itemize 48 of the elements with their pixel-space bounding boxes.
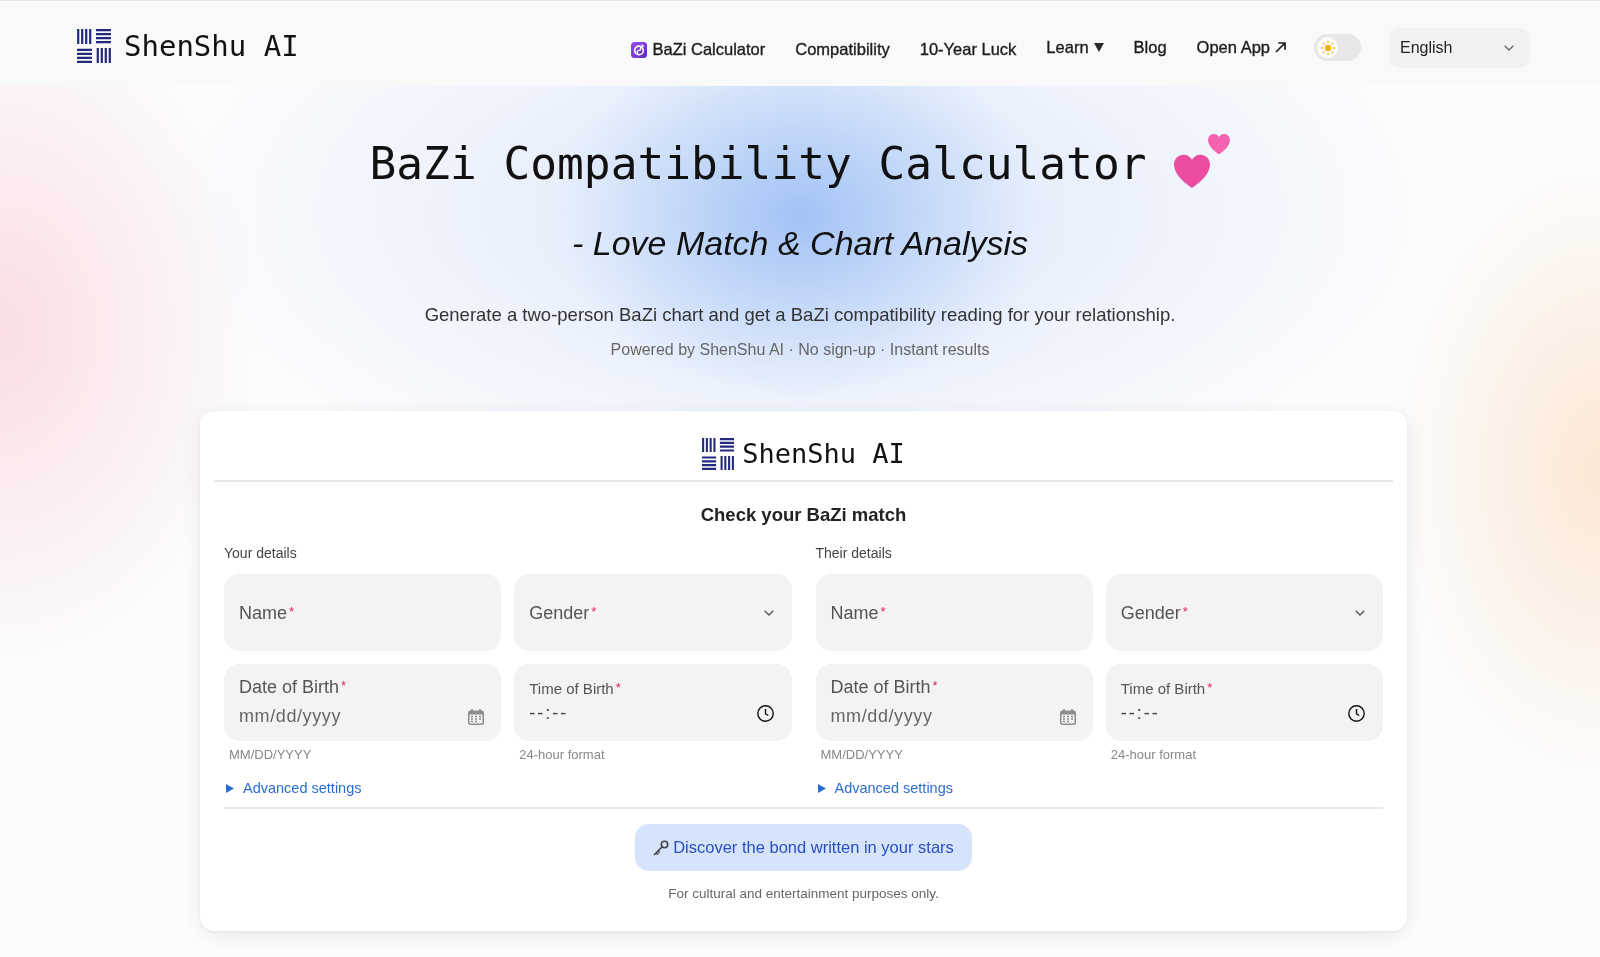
disclaimer-text: For cultural and entertainment purposes only. xyxy=(667,885,940,902)
nav-link[interactable]: BaZi Calculator xyxy=(631,40,766,59)
logo-icon xyxy=(77,29,111,63)
text-field[interactable]: Name* xyxy=(815,574,1093,651)
calendar-icon xyxy=(1059,708,1076,725)
two-hearts-icon xyxy=(1174,134,1231,188)
section-label: Your details xyxy=(224,544,298,562)
clock-icon xyxy=(1348,705,1365,722)
advanced-settings-toggle[interactable]: Advanced settings xyxy=(224,779,362,797)
nav-link[interactable]: Compatibility xyxy=(795,40,890,59)
arrow-up-right-icon xyxy=(1275,42,1286,53)
sun-icon xyxy=(1320,40,1335,55)
section-label: Their details xyxy=(815,544,893,562)
tagline-text: Powered by ShenShu AI · No sign-up · Instant results xyxy=(609,340,991,360)
chevron-down-icon xyxy=(1504,44,1514,51)
date-field[interactable]: Date of Birth* mm/dd/yyyy xyxy=(224,664,502,741)
select-field[interactable]: Gender* xyxy=(1105,574,1383,651)
hint-text: 24-hour format xyxy=(1109,747,1197,763)
chevron-down-icon xyxy=(1355,609,1365,616)
theme-toggle[interactable] xyxy=(1314,34,1361,61)
nav-link[interactable]: Learn xyxy=(1046,38,1104,57)
description-text: Generate a two-person BaZi chart and get a BaZi compatibility reading for your relationship. xyxy=(423,303,1177,327)
text-field[interactable]: Name* xyxy=(224,574,502,651)
home-logo-link[interactable]: ShenShu AI xyxy=(77,28,299,64)
chevron-down-icon xyxy=(763,609,774,616)
select-field[interactable]: Gender* xyxy=(514,574,792,651)
hint-text: 24-hour format xyxy=(518,747,606,763)
nav-link[interactable]: Open App xyxy=(1196,38,1286,57)
advanced-settings-toggle[interactable]: Advanced settings xyxy=(815,779,953,797)
nav-link[interactable]: Blog xyxy=(1133,38,1167,57)
form-heading: Check your BaZi match xyxy=(699,503,908,527)
page-subtitle: - Love Match & Chart Analysis xyxy=(571,223,1029,263)
language-select[interactable]: English xyxy=(1389,27,1530,68)
time-field[interactable]: Time of Birth* --:-- xyxy=(1105,664,1383,741)
time-field[interactable]: Time of Birth* --:-- xyxy=(514,664,792,741)
date-field[interactable]: Date of Birth* mm/dd/yyyy xyxy=(815,664,1093,741)
discover-button[interactable]: Discover the bond written in your stars xyxy=(635,824,972,871)
page-title: BaZi Compatibility Calculator xyxy=(369,137,1147,191)
hint-text: MM/DD/YYYY xyxy=(228,747,313,763)
logo-icon xyxy=(702,438,735,470)
hint-text: MM/DD/YYYY xyxy=(819,747,904,763)
app-logo-icon xyxy=(631,41,648,58)
clock-icon xyxy=(756,705,774,722)
calendar-icon xyxy=(468,708,485,725)
key-icon xyxy=(653,839,670,856)
caret-down-icon xyxy=(1093,43,1104,52)
logo-text: ShenShu AI xyxy=(742,437,905,471)
nav-link[interactable]: 10-Year Luck xyxy=(919,40,1017,59)
